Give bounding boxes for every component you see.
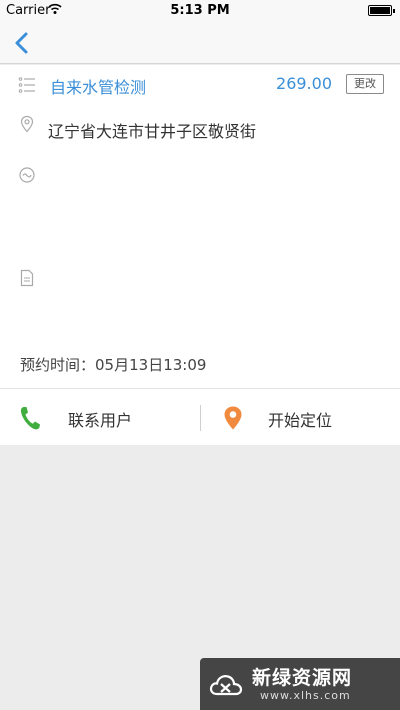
cloud-logo-icon: [209, 675, 243, 696]
change-button[interactable]: 更改: [346, 74, 384, 94]
map-pin-icon: [224, 406, 242, 430]
watermark-url: www.xlhs.com: [260, 689, 351, 702]
location-pin-icon: [20, 115, 34, 133]
back-chevron-icon[interactable]: [6, 26, 40, 60]
order-detail-card: 自来水管检测 269.00 更改 辽宁省大连市甘井子区敬贤街 预约时间：05月1…: [0, 65, 400, 445]
divider: [0, 388, 400, 389]
list-icon: [18, 77, 35, 93]
watermark-title: 新绿资源网: [252, 667, 353, 689]
appointment-label: 预约时间：: [20, 356, 96, 374]
phone-icon: [20, 407, 40, 430]
watermark: 新绿资源网 www.xlhs.com: [200, 658, 400, 710]
clock: 5:13 PM: [170, 3, 230, 18]
document-icon: [20, 269, 34, 287]
address-text: 辽宁省大连市甘井子区敬贤街: [48, 122, 257, 141]
service-price: 269.00: [276, 74, 332, 93]
navigation-bar: [0, 22, 400, 64]
battery-icon: [368, 5, 395, 16]
service-name: 自来水管检测: [50, 78, 147, 97]
appointment-value: 05月13日13:09: [95, 356, 207, 374]
appointment-time: 预约时间：05月13日13:09: [20, 354, 206, 375]
contact-user-button[interactable]: 联系用户: [0, 395, 200, 441]
note-icon: [19, 167, 35, 183]
contact-user-label: 联系用户: [68, 411, 133, 430]
start-locate-label: 开始定位: [268, 411, 333, 430]
status-bar: Carrier 5:13 PM: [0, 0, 400, 22]
start-locate-button[interactable]: 开始定位: [201, 395, 400, 441]
